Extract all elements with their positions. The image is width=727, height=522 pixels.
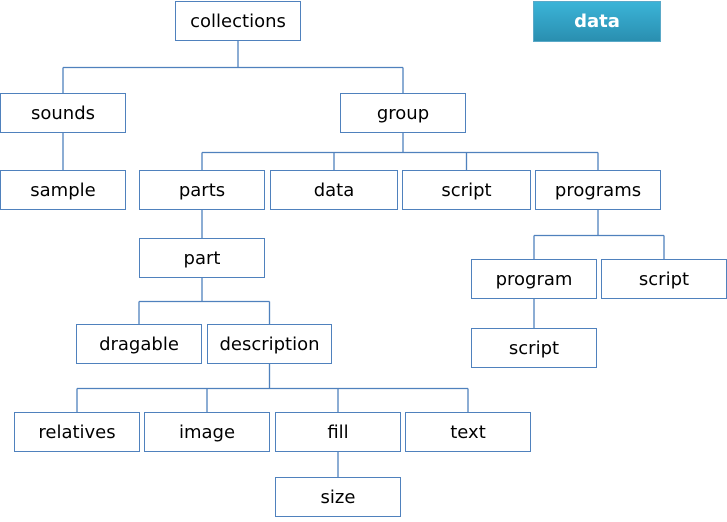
node-text[interactable]: text bbox=[405, 412, 531, 452]
node-programs-script[interactable]: script bbox=[601, 259, 727, 299]
node-script[interactable]: script bbox=[402, 170, 531, 210]
node-sounds[interactable]: sounds bbox=[0, 93, 126, 133]
legend-data-badge: data bbox=[533, 1, 661, 42]
node-group[interactable]: group bbox=[340, 93, 466, 133]
node-program[interactable]: program bbox=[471, 259, 597, 299]
node-parts[interactable]: parts bbox=[139, 170, 265, 210]
node-programs[interactable]: programs bbox=[535, 170, 661, 210]
node-image[interactable]: image bbox=[144, 412, 270, 452]
node-program-script[interactable]: script bbox=[471, 328, 597, 368]
node-fill[interactable]: fill bbox=[275, 412, 401, 452]
node-part[interactable]: part bbox=[139, 238, 265, 278]
node-data[interactable]: data bbox=[270, 170, 398, 210]
node-dragable[interactable]: dragable bbox=[76, 324, 202, 364]
node-size[interactable]: size bbox=[275, 477, 401, 517]
node-collections[interactable]: collections bbox=[175, 1, 301, 41]
node-sample[interactable]: sample bbox=[0, 170, 126, 210]
node-description[interactable]: description bbox=[207, 324, 332, 364]
node-relatives[interactable]: relatives bbox=[14, 412, 140, 452]
